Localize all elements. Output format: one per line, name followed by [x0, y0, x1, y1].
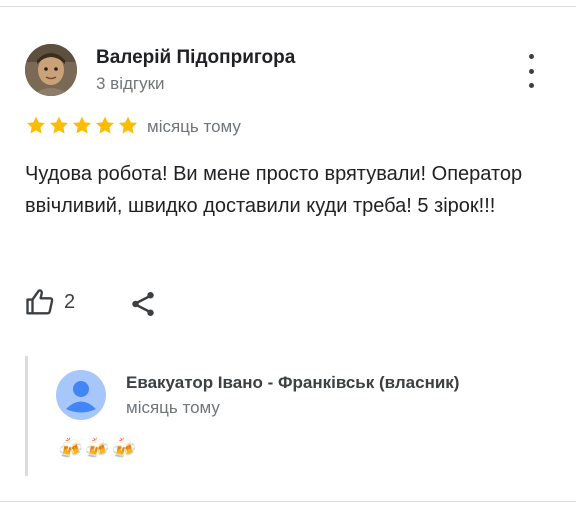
review-text: Чудова робота! Ви мене просто врятували!…: [25, 163, 523, 217]
star-icon: [118, 116, 138, 134]
share-icon: [132, 292, 154, 316]
star-icon: [49, 116, 69, 134]
author-review-count[interactable]: 3 відгуки: [96, 74, 165, 94]
bottom-divider: [0, 501, 576, 502]
like-count: 2: [64, 290, 76, 313]
more-vert-icon: [528, 54, 534, 59]
owner-avatar[interactable]: [56, 370, 106, 420]
thumb-up-icon: [26, 289, 54, 315]
like-button[interactable]: 2: [24, 287, 75, 317]
author-avatar[interactable]: [25, 44, 77, 96]
share-button[interactable]: [128, 289, 158, 319]
owner-reply-text: 🍻🍻🍻: [58, 438, 139, 460]
owner-reply-date: місяць тому: [126, 398, 220, 417]
owner-name: Евакуатор Івано - Франківськ (власник): [126, 373, 460, 392]
star-icon: [95, 116, 115, 134]
review-date: місяць тому: [147, 117, 241, 136]
owner-reply: Евакуатор Івано - Франківськ (власник) м…: [25, 356, 558, 476]
more-options-button[interactable]: [516, 54, 546, 88]
star-icon: [26, 116, 46, 134]
top-divider: [0, 6, 576, 7]
star-icon: [72, 116, 92, 134]
star-rating: [25, 115, 139, 136]
author-name[interactable]: Валерій Підопригора: [96, 47, 295, 69]
